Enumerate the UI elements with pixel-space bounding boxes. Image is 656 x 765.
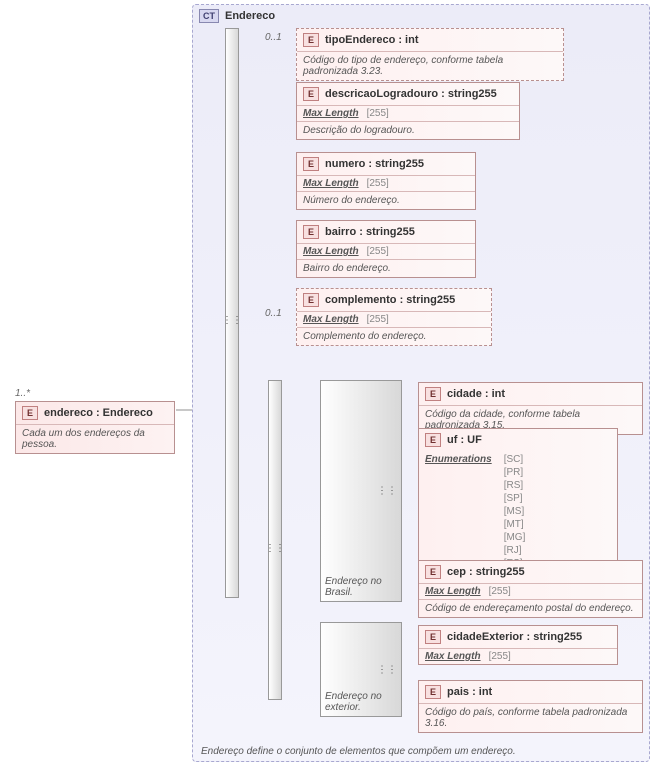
choice-icon: ⋮⋮: [265, 547, 285, 551]
element-badge: E: [425, 685, 441, 699]
element-description: Número do endereço.: [297, 191, 475, 209]
element-description: Código de endereçamento postal do endere…: [419, 599, 642, 617]
element-pais[interactable]: E pais : int Código do país, conforme ta…: [418, 680, 643, 733]
element-title: complemento : string255: [325, 294, 455, 306]
element-description: Descrição do logradouro.: [297, 121, 519, 139]
element-complemento[interactable]: E complemento : string255 Max Length[255…: [296, 288, 492, 346]
element-badge: E: [425, 565, 441, 579]
element-title: uf : UF: [447, 434, 482, 446]
sequence-icon: ⋮⋮: [222, 319, 242, 323]
sequence-icon: ⋮⋮: [377, 486, 397, 497]
element-title: cidadeExterior : string255: [447, 631, 582, 643]
ct-title: Endereco: [225, 10, 275, 22]
cardinality-0-1: 0..1: [265, 32, 282, 43]
choice-label: Endereço no Brasil.: [325, 576, 401, 598]
element-badge: E: [303, 225, 319, 239]
element-badge: E: [22, 406, 38, 420]
sequence-main[interactable]: ⋮⋮: [225, 28, 239, 598]
sequence-icon: ⋮⋮: [377, 664, 397, 675]
choice-exterior[interactable]: ⋮⋮ Endereço no exterior.: [320, 622, 402, 717]
element-title: cep : string255: [447, 566, 525, 578]
element-badge: E: [303, 293, 319, 307]
ct-description: Endereço define o conjunto de elementos …: [201, 746, 516, 757]
element-descricaologradouro[interactable]: E descricaoLogradouro : string255 Max Le…: [296, 82, 520, 140]
element-description: Cada um dos endereços da pessoa.: [16, 424, 174, 453]
element-bairro[interactable]: E bairro : string255 Max Length[255] Bai…: [296, 220, 476, 278]
cardinality-0-1: 0..1: [265, 308, 282, 319]
element-title: descricaoLogradouro : string255: [325, 88, 497, 100]
element-description: Código do país, conforme tabela padroniz…: [419, 703, 642, 732]
cardinality-label: 1..*: [15, 388, 30, 399]
element-badge: E: [425, 387, 441, 401]
element-tipoendereco[interactable]: E tipoEndereco : int Código do tipo de e…: [296, 28, 564, 81]
element-description: Bairro do endereço.: [297, 259, 475, 277]
element-title: bairro : string255: [325, 226, 415, 238]
choice-container[interactable]: ⋮⋮: [268, 380, 282, 700]
root-element: 1..* E endereco : Endereco Cada um dos e…: [15, 388, 30, 401]
element-title: cidade : int: [447, 388, 505, 400]
element-title: pais : int: [447, 686, 492, 698]
element-cep[interactable]: E cep : string255 Max Length[255] Código…: [418, 560, 643, 618]
element-badge: E: [425, 433, 441, 447]
element-numero[interactable]: E numero : string255 Max Length[255] Núm…: [296, 152, 476, 210]
element-title: numero : string255: [325, 158, 424, 170]
element-cidadeexterior[interactable]: E cidadeExterior : string255 Max Length[…: [418, 625, 618, 665]
element-badge: E: [303, 157, 319, 171]
choice-brasil[interactable]: ⋮⋮ Endereço no Brasil.: [320, 380, 402, 602]
element-description: Complemento do endereço.: [297, 327, 491, 345]
element-title: tipoEndereco : int: [325, 34, 419, 46]
ct-badge: CT: [199, 9, 219, 23]
element-badge: E: [303, 87, 319, 101]
element-description: Código do tipo de endereço, conforme tab…: [297, 51, 563, 80]
element-badge: E: [303, 33, 319, 47]
element-title: endereco : Endereco: [44, 407, 153, 419]
element-badge: E: [425, 630, 441, 644]
element-endereco-root[interactable]: E endereco : Endereco Cada um dos endere…: [15, 401, 175, 454]
choice-label: Endereço no exterior.: [325, 691, 401, 713]
